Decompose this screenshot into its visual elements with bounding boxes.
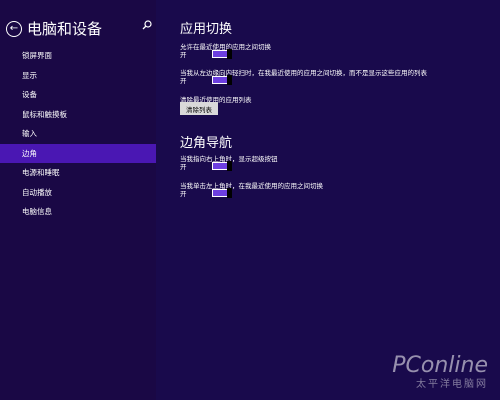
sidebar-item-label: 电脑信息 xyxy=(22,207,52,217)
sidebar-item-corners[interactable]: 边角 xyxy=(0,143,156,163)
settings-nav: 锁屏界面 显示 设备 鼠标和触摸板 输入 边角 电源和睡眠 自动播放 电脑信息 xyxy=(0,46,156,222)
toggle-knob[interactable] xyxy=(227,49,232,59)
sidebar-item-lock-screen[interactable]: 锁屏界面 xyxy=(0,46,156,66)
toggle-top-right-charms[interactable] xyxy=(212,161,232,171)
toggle-knob[interactable] xyxy=(227,75,232,85)
sidebar-item-label: 鼠标和触摸板 xyxy=(22,109,67,119)
sidebar-item-pc-info[interactable]: 电脑信息 xyxy=(0,202,156,222)
sidebar-header: ← 电脑和设备 xyxy=(6,18,102,39)
clear-list-button[interactable]: 清除列表 xyxy=(180,102,218,115)
sidebar-item-label: 锁屏界面 xyxy=(22,51,52,61)
back-button[interactable]: ← xyxy=(6,20,22,37)
toggle-allow-switching[interactable] xyxy=(212,49,232,59)
sidebar-item-label: 输入 xyxy=(22,129,37,139)
toggle-left-edge-swipe[interactable] xyxy=(212,75,232,85)
toggle-state: 开 xyxy=(180,190,187,198)
sidebar-item-label: 边角 xyxy=(22,148,37,158)
toggle-row-left-edge-swipe: 开 xyxy=(180,75,232,85)
section-title-app-switching: 应用切换 xyxy=(180,22,233,37)
toggle-row-top-left-switch: 开 xyxy=(180,188,232,198)
sidebar-item-display[interactable]: 显示 xyxy=(0,66,156,86)
sidebar-item-power-sleep[interactable]: 电源和睡眠 xyxy=(0,163,156,183)
main-panel: 应用切换 允许在最近使用的应用之间切换 开 当我从左边缘向内轻扫时，在我最近使用… xyxy=(156,0,500,400)
toggle-top-left-switch[interactable] xyxy=(212,188,232,198)
toggle-state: 开 xyxy=(180,77,187,85)
toggle-row-top-right-charms: 开 xyxy=(180,161,232,171)
section-title-corner-navigation: 边角导航 xyxy=(180,136,233,151)
sidebar-item-autoplay[interactable]: 自动播放 xyxy=(0,183,156,203)
sidebar-item-label: 自动播放 xyxy=(22,187,52,197)
sidebar-item-label: 显示 xyxy=(22,70,37,80)
watermark-subtitle: 太平洋电脑网 xyxy=(416,379,488,390)
sidebar-item-mouse-touchpad[interactable]: 鼠标和触摸板 xyxy=(0,105,156,125)
toggle-row-allow-switching: 开 xyxy=(180,49,232,59)
sidebar-item-label: 电源和睡眠 xyxy=(22,168,60,178)
sidebar-item-label: 设备 xyxy=(22,90,37,100)
toggle-knob[interactable] xyxy=(227,161,232,171)
toggle-state: 开 xyxy=(180,163,187,171)
sidebar-title: 电脑和设备 xyxy=(27,20,103,38)
back-arrow-icon: ← xyxy=(9,22,19,34)
sidebar-item-typing[interactable]: 输入 xyxy=(0,124,156,144)
sidebar-item-devices[interactable]: 设备 xyxy=(0,85,156,105)
toggle-knob[interactable] xyxy=(227,188,232,198)
search-icon[interactable] xyxy=(142,20,152,30)
sidebar: ← 电脑和设备 锁屏界面 显示 设备 鼠标和触摸板 输入 边角 电源和睡眠 自动… xyxy=(0,0,156,400)
toggle-state: 开 xyxy=(180,51,187,59)
